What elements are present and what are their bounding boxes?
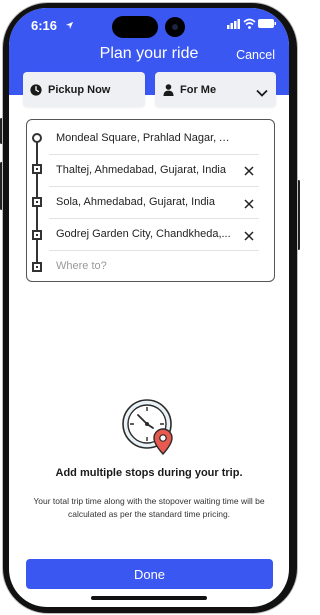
status-bar: 6:16 xyxy=(9,8,289,40)
person-icon xyxy=(163,83,174,96)
stop-origin[interactable]: Mondeal Square, Prahlad Nagar, Ahme... xyxy=(56,132,236,144)
chevron-down-icon xyxy=(256,84,268,102)
camera-icon xyxy=(165,17,185,37)
wifi-icon xyxy=(243,18,256,29)
pickup-label: Pickup Now xyxy=(48,83,111,96)
battery-icon xyxy=(258,19,276,28)
rider-selector[interactable]: For Me xyxy=(155,72,276,107)
origin-marker xyxy=(32,133,42,143)
clock-icon xyxy=(30,83,42,96)
clock-location-icon xyxy=(122,398,176,461)
remove-stop-1-icon[interactable] xyxy=(244,165,256,177)
header: 6:16 Plan your ride Cancel Pickup Now Fo… xyxy=(9,8,289,107)
stop-marker xyxy=(32,230,42,240)
remove-stop-2-icon[interactable] xyxy=(244,198,256,210)
stop-1[interactable]: Thaltej, Ahmedabad, Gujarat, India xyxy=(56,164,236,176)
divider xyxy=(49,218,259,219)
divider xyxy=(49,154,259,155)
stops-list: Mondeal Square, Prahlad Nagar, Ahme... T… xyxy=(26,119,275,282)
destination-marker xyxy=(32,262,42,272)
status-icons xyxy=(227,17,277,31)
stop-2[interactable]: Sola, Ahmedabad, Gujarat, India xyxy=(56,196,236,208)
dynamic-island xyxy=(112,16,158,38)
app-screen: 6:16 Plan your ride Cancel Pickup Now Fo… xyxy=(9,8,289,607)
pickup-time-selector[interactable]: Pickup Now xyxy=(23,72,145,107)
cancel-button[interactable]: Cancel xyxy=(236,48,275,62)
done-button[interactable]: Done xyxy=(26,559,273,589)
stop-3[interactable]: Godrej Garden City, Chandkheda,... xyxy=(56,228,236,240)
divider xyxy=(49,186,259,187)
signal-icon xyxy=(227,19,240,29)
location-arrow-icon xyxy=(65,18,74,33)
phone-device: 6:16 Plan your ride Cancel Pickup Now Fo… xyxy=(0,0,300,615)
remove-stop-3-icon[interactable] xyxy=(244,230,256,242)
home-indicator xyxy=(91,596,207,600)
divider xyxy=(49,250,259,251)
rider-label: For Me xyxy=(180,83,217,96)
info-body: Your total trip time along with the stop… xyxy=(33,496,265,519)
stop-marker xyxy=(32,164,42,174)
info-title: Add multiple stops during your trip. xyxy=(55,467,243,479)
destination-input[interactable]: Where to? xyxy=(56,260,262,272)
stop-marker xyxy=(32,197,42,207)
clock: 6:16 xyxy=(31,18,58,33)
